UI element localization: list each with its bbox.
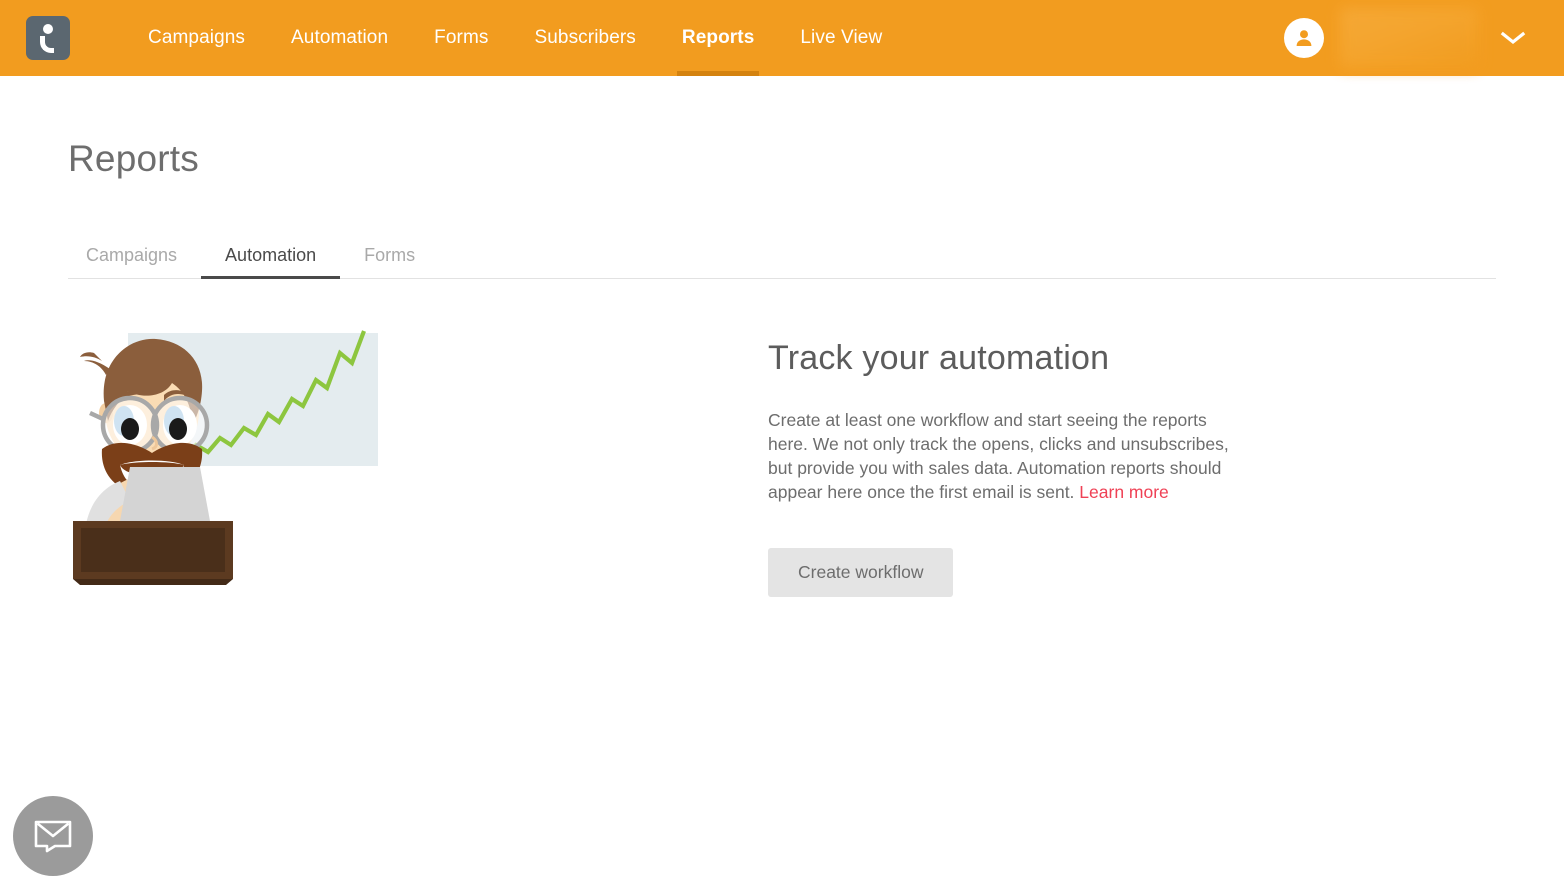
avatar[interactable] (1284, 18, 1324, 58)
nav-item-live-view[interactable]: Live View (777, 0, 905, 76)
chevron-down-icon[interactable] (1500, 30, 1526, 46)
getresponse-logo[interactable] (26, 16, 70, 60)
automation-empty-state: Track your automation Create at least on… (68, 325, 1496, 605)
create-workflow-button[interactable]: Create workflow (768, 548, 954, 597)
page-title: Reports (68, 138, 199, 179)
tab-automation[interactable]: Automation (201, 246, 341, 279)
envelope-chat-icon (34, 820, 72, 853)
nav-item-automation[interactable]: Automation (268, 0, 411, 76)
chat-support-button[interactable] (13, 796, 93, 876)
report-tabs: Campaigns Automation Forms (68, 232, 1496, 279)
empty-state-description: Create at least one workflow and start s… (768, 408, 1238, 504)
nav-item-reports[interactable]: Reports (659, 0, 778, 76)
top-navigation-bar: Campaigns Automation Forms Subscribers R… (0, 0, 1564, 76)
man-at-laptop-with-growth-chart-illustration (68, 325, 768, 605)
tab-forms[interactable]: Forms (340, 246, 439, 278)
empty-state-title: Track your automation (768, 339, 1110, 377)
empty-state-text-column: Track your automation Create at least on… (768, 325, 1238, 597)
user-avatar-icon (1296, 30, 1312, 46)
account-menu[interactable] (1284, 8, 1540, 68)
username-redacted (1340, 8, 1478, 68)
nav-item-subscribers[interactable]: Subscribers (511, 0, 658, 76)
tab-campaigns[interactable]: Campaigns (68, 246, 201, 278)
nav-item-campaigns[interactable]: Campaigns (125, 0, 268, 76)
logo-stem (40, 36, 54, 53)
logo-dot (43, 24, 53, 34)
page-content: Reports Campaigns Automation Forms Track… (0, 76, 1564, 605)
learn-more-link[interactable]: Learn more (1079, 482, 1169, 502)
main-nav-links: Campaigns Automation Forms Subscribers R… (125, 0, 905, 76)
nav-item-forms[interactable]: Forms (411, 0, 511, 76)
